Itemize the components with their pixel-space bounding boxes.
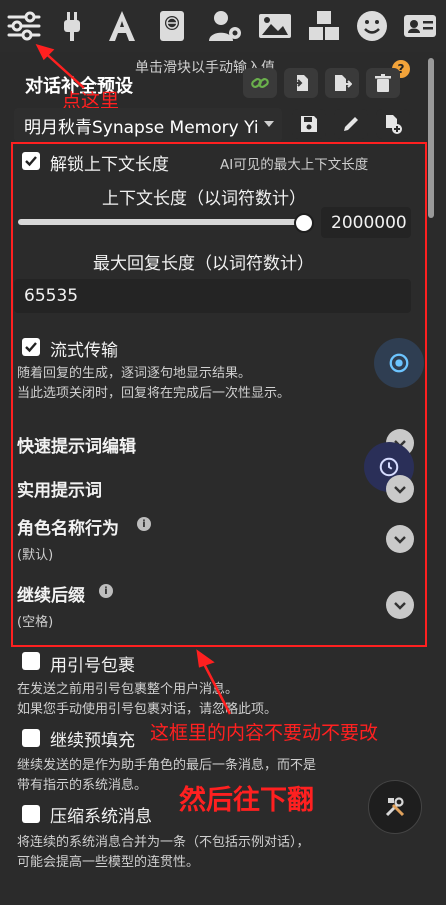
- scrollbar[interactable]: [428, 58, 434, 218]
- annotation-arrows: [35, 44, 232, 715]
